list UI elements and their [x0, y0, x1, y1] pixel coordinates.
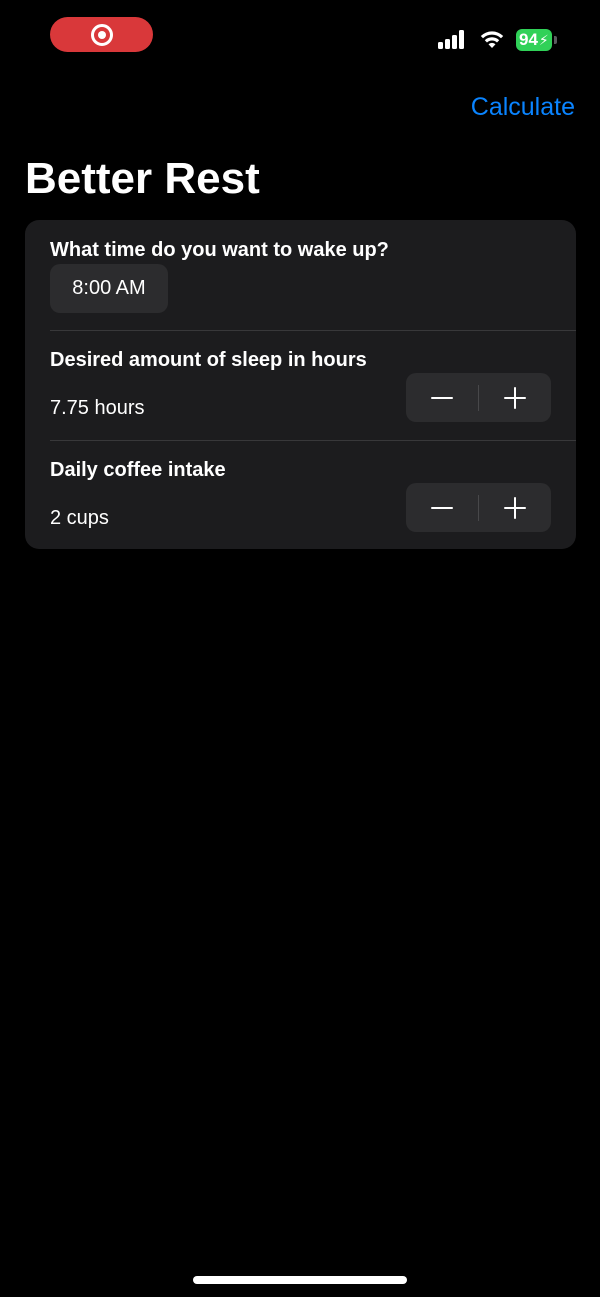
plus-icon — [504, 386, 526, 409]
sleep-amount-row: Desired amount of sleep in hours 7.75 ho… — [25, 330, 576, 440]
wake-up-label: What time do you want to wake up? — [50, 239, 389, 261]
coffee-increment-button[interactable] — [479, 483, 551, 532]
battery-icon: 94 ⚡ — [516, 29, 557, 51]
wake-up-time-picker[interactable]: 8:00 AM — [50, 264, 168, 313]
coffee-decrement-button[interactable] — [406, 483, 478, 532]
battery-level: 94 — [519, 30, 538, 49]
sleep-decrement-button[interactable] — [406, 373, 478, 422]
signal-icon — [438, 30, 466, 49]
status-bar: 94 ⚡ — [0, 0, 600, 70]
sleep-amount-value: 7.75 hours — [50, 397, 145, 419]
coffee-intake-value: 2 cups — [50, 507, 109, 529]
settings-form: What time do you want to wake up? 8:00 A… — [25, 220, 576, 549]
sleep-amount-label: Desired amount of sleep in hours — [50, 349, 367, 371]
coffee-intake-stepper — [406, 483, 551, 532]
minus-icon — [431, 506, 453, 509]
home-indicator[interactable] — [193, 1276, 407, 1284]
sleep-amount-stepper — [406, 373, 551, 422]
wifi-icon — [480, 31, 504, 48]
sleep-increment-button[interactable] — [479, 373, 551, 422]
screen-recording-indicator[interactable] — [50, 17, 153, 52]
wake-up-row: What time do you want to wake up? 8:00 A… — [25, 220, 576, 330]
calculate-button[interactable]: Calculate — [471, 90, 575, 124]
minus-icon — [431, 396, 453, 399]
record-icon — [90, 23, 113, 46]
coffee-intake-row: Daily coffee intake 2 cups — [25, 440, 576, 549]
battery-cap — [554, 36, 557, 44]
plus-icon — [504, 496, 526, 519]
bolt-icon: ⚡ — [538, 32, 549, 48]
battery-level-badge: 94 ⚡ — [516, 29, 552, 51]
page-title: Better Rest — [25, 154, 260, 203]
coffee-intake-label: Daily coffee intake — [50, 459, 226, 481]
